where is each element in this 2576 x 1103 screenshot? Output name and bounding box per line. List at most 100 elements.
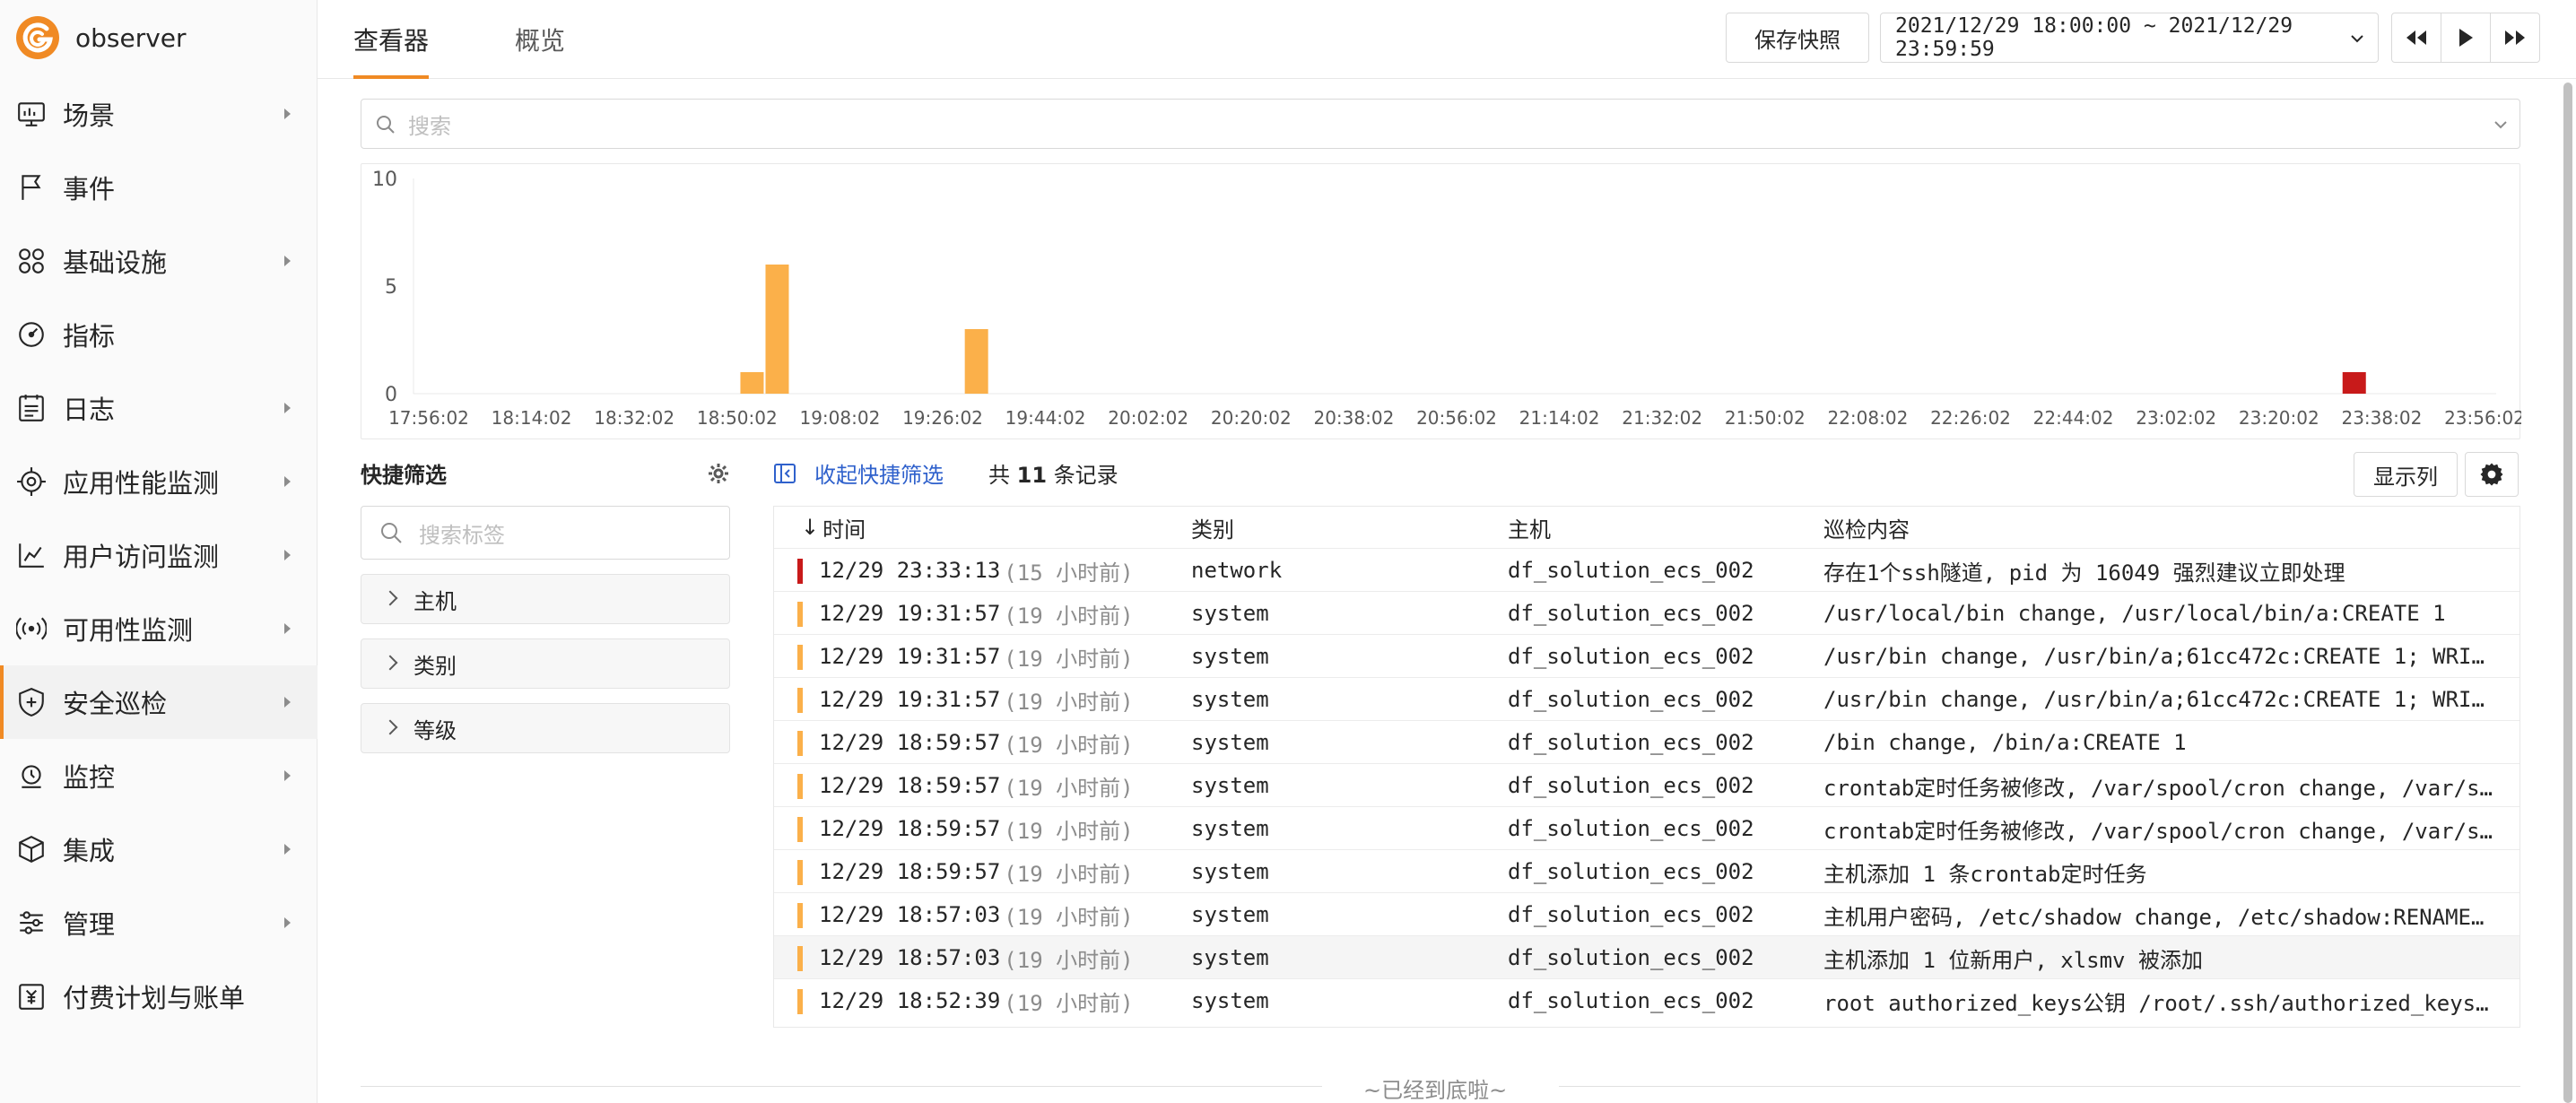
filter-group-host[interactable]: 主机 <box>361 574 730 624</box>
x-tick-label: 20:38:02 <box>1313 407 1394 429</box>
search-icon <box>377 116 395 134</box>
table-row[interactable]: 12/29 18:59:57 (19 小时前) system df_solution_… <box>774 720 2519 763</box>
x-tick-label: 22:44:02 <box>2033 407 2114 429</box>
column-header-content[interactable]: 巡检内容 <box>1823 507 1910 548</box>
event-histogram: 10 5 0 17:56:02 18:14:02 18:32:02 18:50:02 19:0… <box>361 163 2525 439</box>
footer-divider <box>1559 1086 2520 1087</box>
time-value: 12/29 18:52:39 <box>819 988 1001 1013</box>
gauge-icon <box>16 319 47 350</box>
sidebar-item[interactable]: 基础设施 <box>0 224 318 298</box>
category-cell: system <box>1191 730 1269 755</box>
column-header-host[interactable]: 主机 <box>1508 507 1551 548</box>
save-snapshot-button[interactable]: 保存快照 <box>1726 13 1869 63</box>
sidebar-item[interactable]: 日志 <box>0 371 318 445</box>
severity-indicator <box>797 903 803 928</box>
table-row[interactable]: 12/29 18:59:57 (19 小时前) system df_solution_… <box>774 849 2519 892</box>
column-header-category[interactable]: 类别 <box>1191 507 1234 548</box>
sidebar-item[interactable]: 集成 <box>0 812 318 886</box>
sidebar-item-label: 可用性监测 <box>63 615 194 646</box>
sidebar-item[interactable]: 管理 <box>0 886 318 960</box>
search-input[interactable]: 搜索 <box>361 99 2520 149</box>
rewind-button[interactable] <box>2391 13 2441 63</box>
category-cell: system <box>1191 902 1269 927</box>
time-value: 12/29 18:59:57 <box>819 773 1001 798</box>
tag-search-placeholder: 搜索标签 <box>419 522 505 548</box>
tag-search-input[interactable]: 搜索标签 <box>361 506 730 560</box>
category-cell: system <box>1191 601 1269 626</box>
table-row[interactable]: 12/29 18:57:03 (19 小时前) system df_solution_… <box>774 935 2519 978</box>
sidebar-item[interactable]: 指标 <box>0 298 318 371</box>
sidebar-item[interactable]: 监控 <box>0 739 318 812</box>
page-scrollbar[interactable] <box>2563 83 2572 1103</box>
column-header-time[interactable]: ↓ 时间 <box>801 507 866 548</box>
filter-group-category[interactable]: 类别 <box>361 638 730 689</box>
host-cell: df_solution_ecs_002 <box>1508 558 1754 583</box>
host-cell: df_solution_ecs_002 <box>1508 816 1754 841</box>
severity-indicator <box>797 731 803 756</box>
table-row[interactable]: 12/29 23:33:13 (15 小时前) network df_solution… <box>774 548 2519 591</box>
sidebar-item[interactable]: 事件 <box>0 151 318 224</box>
rewind-icon <box>2406 30 2426 45</box>
table-row[interactable]: 12/29 18:59:57 (19 小时前) system df_solution_… <box>774 763 2519 806</box>
sidebar-item-label: 指标 <box>63 321 116 352</box>
content-cell: crontab定时任务被修改, /var/spool/cron change, … <box>1823 775 2493 801</box>
caret-right-icon <box>284 770 291 781</box>
x-tick-label: 21:50:02 <box>1725 407 1806 429</box>
relative-time: (19 小时前) <box>1004 732 1134 758</box>
collapse-quick-filter[interactable]: 收起快捷筛选 <box>773 457 944 489</box>
header: 查看器 概览 保存快照 2021/12/29 18:00:00 ~ 2021/1… <box>318 0 2576 79</box>
sidebar-item-label: 日志 <box>63 395 116 425</box>
tab-viewer[interactable]: 查看器 <box>353 0 430 79</box>
x-tick-label: 23:38:02 <box>2341 407 2422 429</box>
sidebar-item[interactable]: 场景 <box>0 77 318 151</box>
display-columns-button[interactable]: 显示列 <box>2354 452 2458 497</box>
severity-indicator <box>797 688 803 713</box>
record-count-suffix: 条记录 <box>1053 463 1118 488</box>
table-row[interactable]: 12/29 19:31:57 (19 小时前) system df_solution_… <box>774 677 2519 720</box>
x-tick-label: 23:56:02 <box>2444 407 2521 429</box>
sidebar-item[interactable]: 安全巡检 <box>0 665 318 739</box>
host-cell: df_solution_ecs_002 <box>1508 988 1754 1013</box>
relative-time: (19 小时前) <box>1004 818 1134 844</box>
x-tick-label: 22:26:02 <box>1930 407 2011 429</box>
table-row[interactable]: 12/29 18:52:39 (19 小时前) system df_solution_… <box>774 978 2519 1021</box>
sidebar-item[interactable]: 用户访问监测 <box>0 518 318 592</box>
category-cell: system <box>1191 773 1269 798</box>
play-button[interactable] <box>2441 13 2491 63</box>
sidebar-item[interactable]: 应用性能监测 <box>0 445 318 518</box>
play-icon <box>2459 29 2473 47</box>
sidebar-item-label: 事件 <box>63 174 116 204</box>
x-tick-label: 17:56:02 <box>388 407 469 429</box>
brand[interactable]: observer <box>14 11 187 65</box>
time-cell: 12/29 18:57:03 (19 小时前) <box>819 936 1134 979</box>
fast-forward-button[interactable] <box>2490 13 2540 63</box>
filter-group-label: 主机 <box>413 588 457 614</box>
time-value: 12/29 19:31:57 <box>819 644 1001 669</box>
chevron-right-icon <box>382 655 398 671</box>
gear-icon[interactable] <box>708 463 729 484</box>
caret-right-icon <box>284 403 291 413</box>
severity-indicator <box>797 989 803 1014</box>
table-row[interactable]: 12/29 19:31:57 (19 小时前) system df_solution_… <box>774 634 2519 677</box>
x-tick-label: 20:56:02 <box>1416 407 1497 429</box>
content-cell: /usr/bin change, /usr/bin/a;61cc472c:CRE… <box>1823 644 2485 669</box>
trend-chart-icon <box>16 540 47 570</box>
sidebar-item[interactable]: 可用性监测 <box>0 592 318 665</box>
host-cell: df_solution_ecs_002 <box>1508 859 1754 884</box>
time-value: 12/29 18:57:03 <box>819 902 1001 927</box>
time-cell: 12/29 18:59:57 (19 小时前) <box>819 807 1134 850</box>
caret-right-icon <box>284 476 291 487</box>
save-snapshot-label: 保存快照 <box>1754 27 1841 53</box>
filter-group-level[interactable]: 等级 <box>361 703 730 753</box>
tab-overview[interactable]: 概览 <box>515 0 565 79</box>
histogram-bar <box>740 372 764 394</box>
time-range-picker[interactable]: 2021/12/29 18:00:00 ~ 2021/12/29 23:59:5… <box>1880 13 2379 63</box>
category-cell: system <box>1191 859 1269 884</box>
table-row[interactable]: 12/29 18:59:57 (19 小时前) system df_solution_… <box>774 806 2519 849</box>
y-tick-label: 5 <box>385 276 397 299</box>
table-settings-button[interactable] <box>2465 452 2519 497</box>
shield-icon <box>16 687 47 717</box>
table-row[interactable]: 12/29 19:31:57 (19 小时前) system df_solution_… <box>774 591 2519 634</box>
sidebar-item[interactable]: 付费计划与账单 <box>0 960 318 1033</box>
table-row[interactable]: 12/29 18:57:03 (19 小时前) system df_solution_… <box>774 892 2519 935</box>
